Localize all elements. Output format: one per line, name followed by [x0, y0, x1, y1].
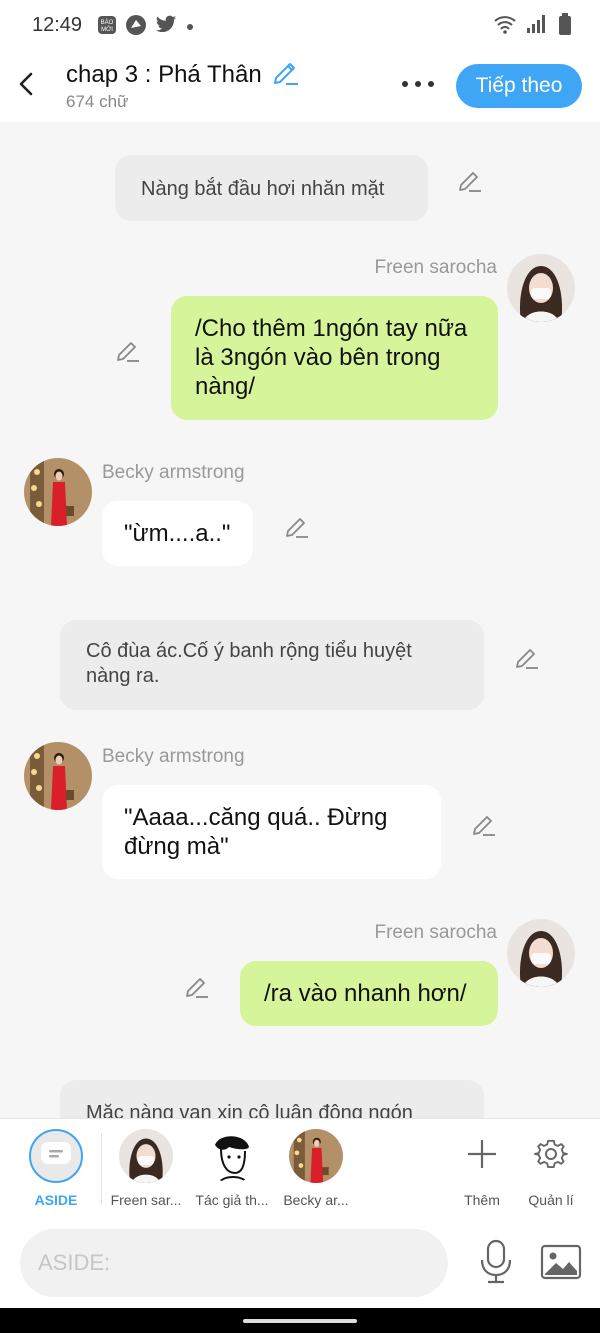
edit-message-icon[interactable]: [184, 973, 210, 999]
avatar-freen[interactable]: [507, 919, 575, 987]
system-nav-bar: [0, 1308, 600, 1333]
edit-message-icon[interactable]: [457, 167, 483, 193]
speaker-name: Freen sarocha: [374, 922, 497, 943]
message-bubble-right[interactable]: /ra vào nhanh hơn/: [240, 961, 498, 1026]
character-label: Freen sar...: [110, 1192, 182, 1208]
chat-area[interactable]: Nàng bắt đầu hơi nhăn mặt Freen sarocha …: [0, 122, 600, 1118]
message-text: "Aaaa...căng quá.. Đừng đừng mà": [124, 804, 388, 860]
avatar-freen[interactable]: [507, 254, 575, 322]
narration-text: Mặc nàng van xin cô luận động ngón: [86, 1102, 413, 1118]
message-text: "ừm....a..": [124, 520, 231, 547]
avatar-becky[interactable]: [24, 742, 92, 810]
divider: [101, 1133, 102, 1205]
avatar-freen: [119, 1129, 173, 1183]
microphone-icon[interactable]: [476, 1238, 516, 1286]
wifi-icon: [494, 14, 516, 39]
avatar-becky[interactable]: [24, 458, 92, 526]
edit-message-icon[interactable]: [284, 513, 310, 539]
next-button[interactable]: Tiếp theo: [456, 64, 582, 108]
signal-icon: [526, 14, 548, 39]
message-text: /ra vào nhanh hơn/: [264, 980, 467, 1007]
character-label: ASIDE: [34, 1192, 78, 1208]
add-character-button[interactable]: Thêm: [442, 1129, 522, 1208]
aside-icon: [39, 1139, 73, 1174]
edit-message-icon[interactable]: [115, 337, 141, 363]
character-becky[interactable]: Becky ar...: [276, 1129, 356, 1208]
more-options-icon[interactable]: [398, 72, 438, 96]
status-bar: 12:49 BÁO MỚI: [0, 0, 600, 50]
gear-icon: [534, 1137, 568, 1176]
message-bubble-left[interactable]: "ừm....a..": [102, 501, 253, 566]
speaker-name: Becky armstrong: [102, 462, 245, 483]
manage-label: Quản lí: [528, 1192, 574, 1208]
back-button[interactable]: [14, 68, 40, 100]
edit-message-icon[interactable]: [514, 644, 540, 670]
svg-text:MỚI: MỚI: [101, 26, 113, 33]
chapter-header: chap 3 : Phá Thân 674 chữ Tiếp theo: [0, 50, 600, 122]
character-bar: ASIDE Freen sar... Tác giả th... Becky a…: [0, 1118, 600, 1220]
narration-text: Nàng bắt đầu hơi nhăn mặt: [141, 178, 385, 200]
message-text: /Cho thêm 1ngón tay nữa là 3ngón vào bên…: [195, 315, 468, 400]
speaker-name: Freen sarocha: [374, 257, 497, 278]
chapter-title: chap 3 : Phá Thân: [66, 60, 262, 88]
character-label: Tác giả th...: [195, 1192, 269, 1208]
narration-bubble[interactable]: Cô đùa ác.Cố ý banh rộng tiểu huyệt nàng…: [60, 620, 484, 710]
plus-icon: [466, 1138, 498, 1175]
narration-bubble[interactable]: Mặc nàng van xin cô luận động ngón: [60, 1080, 484, 1118]
dot-icon: [185, 19, 195, 37]
add-label: Thêm: [464, 1192, 500, 1208]
input-bar: [0, 1220, 600, 1308]
svg-text:BÁO: BÁO: [101, 19, 114, 26]
message-bubble-right[interactable]: /Cho thêm 1ngón tay nữa là 3ngón vào bên…: [171, 296, 498, 420]
edit-message-icon[interactable]: [471, 811, 497, 837]
bao-moi-icon: BÁO MỚI: [97, 15, 117, 40]
home-indicator[interactable]: [243, 1319, 357, 1323]
speaker-name: Becky armstrong: [102, 746, 245, 767]
character-aside[interactable]: ASIDE: [16, 1129, 96, 1208]
character-label: Becky ar...: [283, 1192, 349, 1208]
aside-input[interactable]: [20, 1229, 448, 1297]
avatar-author: [205, 1129, 259, 1183]
narration-text: Cô đùa ác.Cố ý banh rộng tiểu huyệt nàng…: [86, 640, 412, 687]
character-freen[interactable]: Freen sar...: [106, 1129, 186, 1208]
battery-icon: [558, 13, 572, 40]
narration-bubble[interactable]: Nàng bắt đầu hơi nhăn mặt: [115, 155, 428, 221]
twitter-icon: [155, 15, 177, 40]
image-icon[interactable]: [540, 1244, 582, 1280]
app-icon: [125, 14, 147, 41]
word-count: 674 chữ: [66, 92, 129, 111]
character-author[interactable]: Tác giả th...: [192, 1129, 272, 1208]
status-time: 12:49: [32, 14, 83, 36]
message-bubble-left[interactable]: "Aaaa...căng quá.. Đừng đừng mà": [102, 785, 441, 879]
manage-button[interactable]: Quản lí: [511, 1129, 591, 1208]
edit-title-icon[interactable]: [272, 58, 300, 91]
avatar-becky: [289, 1129, 343, 1183]
